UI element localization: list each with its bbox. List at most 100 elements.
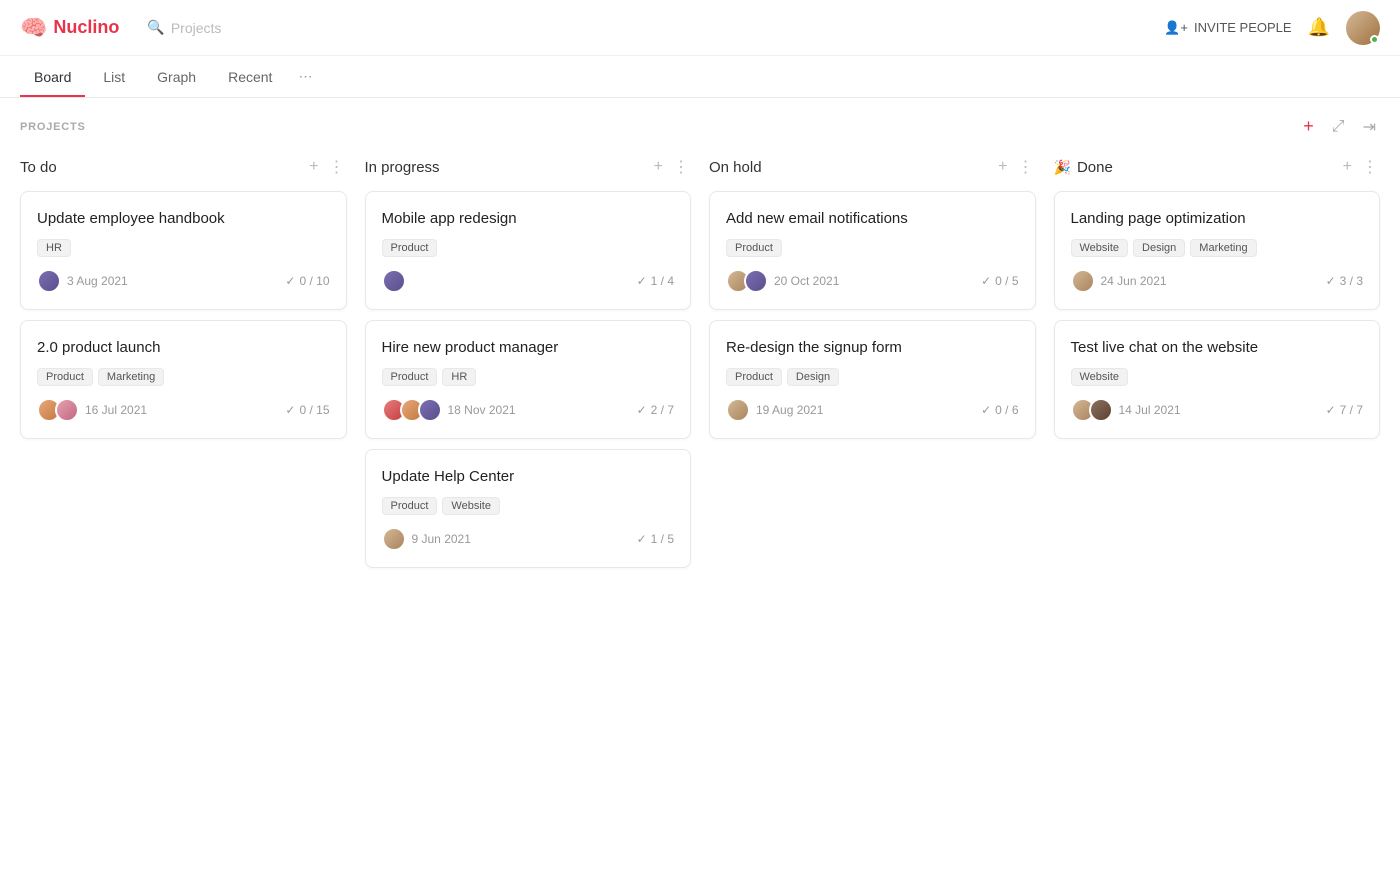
card-title: Add new email notifications [726, 208, 1019, 229]
column-inprogress-actions: + ⋮ [652, 155, 691, 179]
expand-board-button[interactable]: ⤢ [1328, 116, 1349, 138]
card-meta: 14 Jul 2021 [1071, 398, 1181, 422]
card-checklist: ✓ 1 / 4 [637, 274, 674, 288]
checklist-icon: ✓ [1326, 274, 1336, 288]
card-update-employee-handbook[interactable]: Update employee handbook HR 3 Aug 2021 ✓… [20, 191, 347, 310]
columns: To do + ⋮ Update employee handbook HR [20, 155, 1380, 578]
checklist-count: 3 / 3 [1340, 274, 1363, 288]
user-avatar[interactable] [1346, 11, 1380, 45]
tabs-bar: Board List Graph Recent ⋯ [0, 56, 1400, 98]
column-inprogress-title: In progress [365, 159, 440, 176]
column-inprogress: In progress + ⋮ Mobile app redesign Prod… [365, 155, 692, 578]
card-checklist: ✓ 1 / 5 [637, 532, 674, 546]
invite-label: INVITE PEOPLE [1194, 20, 1292, 35]
card-tags: Product HR [382, 368, 675, 386]
search-placeholder: Projects [171, 20, 222, 36]
avatar [418, 398, 442, 422]
tag-marketing: Marketing [98, 368, 164, 386]
checklist-icon: ✓ [981, 403, 991, 417]
column-done-add-button[interactable]: + [1341, 156, 1354, 178]
column-todo-title: To do [20, 159, 57, 176]
collapse-board-button[interactable]: ⇥ [1359, 115, 1380, 139]
column-onhold-add-button[interactable]: + [996, 156, 1009, 178]
column-inprogress-add-button[interactable]: + [652, 156, 665, 178]
card-product-launch[interactable]: 2.0 product launch Product Marketing 16 … [20, 320, 347, 439]
tab-board[interactable]: Board [20, 57, 85, 97]
board-actions: + ⤢ ⇥ [1299, 114, 1380, 139]
column-onhold: On hold + ⋮ Add new email notifications … [709, 155, 1036, 449]
tag-product: Product [382, 368, 438, 386]
checklist-count: 0 / 10 [299, 274, 329, 288]
column-done-more-button[interactable]: ⋮ [1360, 155, 1380, 179]
checklist-icon: ✓ [637, 532, 647, 546]
card-footer: ✓ 1 / 4 [382, 269, 675, 293]
column-onhold-title: On hold [709, 159, 762, 176]
card-tags: Website [1071, 368, 1364, 386]
card-title: Test live chat on the website [1071, 337, 1364, 358]
card-title: Re-design the signup form [726, 337, 1019, 358]
checklist-count: 7 / 7 [1340, 403, 1363, 417]
card-landing-page-optimization[interactable]: Landing page optimization Website Design… [1054, 191, 1381, 310]
checklist-icon: ✓ [1326, 403, 1336, 417]
card-date: 24 Jun 2021 [1101, 274, 1167, 288]
card-checklist: ✓ 0 / 15 [285, 403, 329, 417]
column-done-header: 🎉 Done + ⋮ [1054, 155, 1381, 179]
card-title: Hire new product manager [382, 337, 675, 358]
tabs-more-button[interactable]: ⋯ [290, 56, 320, 97]
avatar [37, 269, 61, 293]
notifications-bell-icon[interactable]: 🔔 [1308, 17, 1330, 38]
card-hire-product-manager[interactable]: Hire new product manager Product HR 18 N… [365, 320, 692, 439]
tab-recent[interactable]: Recent [214, 57, 286, 97]
tag-product: Product [382, 497, 438, 515]
avatar [382, 527, 406, 551]
card-footer: 14 Jul 2021 ✓ 7 / 7 [1071, 398, 1364, 422]
card-avatars [382, 527, 406, 551]
card-update-help-center[interactable]: Update Help Center Product Website 9 Jun… [365, 449, 692, 568]
card-date: 20 Oct 2021 [774, 274, 839, 288]
card-footer: 19 Aug 2021 ✓ 0 / 6 [726, 398, 1019, 422]
column-todo-more-button[interactable]: ⋮ [327, 155, 347, 179]
card-title: Landing page optimization [1071, 208, 1364, 229]
card-avatars [382, 398, 442, 422]
card-meta: 19 Aug 2021 [726, 398, 823, 422]
tag-product: Product [382, 239, 438, 257]
card-checklist: ✓ 0 / 5 [981, 274, 1018, 288]
card-footer: 3 Aug 2021 ✓ 0 / 10 [37, 269, 330, 293]
tab-list[interactable]: List [89, 57, 139, 97]
projects-section-label: PROJECTS [20, 121, 86, 133]
column-todo-add-button[interactable]: + [307, 156, 320, 178]
card-avatars [726, 398, 750, 422]
card-tags: HR [37, 239, 330, 257]
card-date: 3 Aug 2021 [67, 274, 128, 288]
card-tags: Product [726, 239, 1019, 257]
checklist-count: 0 / 5 [995, 274, 1018, 288]
tag-hr: HR [442, 368, 476, 386]
card-title: Update Help Center [382, 466, 675, 487]
card-add-email-notifications[interactable]: Add new email notifications Product 20 O… [709, 191, 1036, 310]
card-redesign-signup-form[interactable]: Re-design the signup form Product Design… [709, 320, 1036, 439]
checklist-icon: ✓ [981, 274, 991, 288]
tag-product: Product [726, 368, 782, 386]
header-left: 🧠 Nuclino 🔍 Projects [20, 15, 221, 41]
logo[interactable]: 🧠 Nuclino [20, 15, 119, 41]
column-onhold-more-button[interactable]: ⋮ [1016, 155, 1036, 179]
board-header: PROJECTS + ⤢ ⇥ [20, 114, 1380, 139]
tag-website: Website [1071, 239, 1129, 257]
card-footer: 20 Oct 2021 ✓ 0 / 5 [726, 269, 1019, 293]
tab-graph[interactable]: Graph [143, 57, 210, 97]
invite-people-button[interactable]: 👤+ INVITE PEOPLE [1164, 20, 1291, 36]
column-inprogress-more-button[interactable]: ⋮ [671, 155, 691, 179]
card-mobile-app-redesign[interactable]: Mobile app redesign Product ✓ 1 / 4 [365, 191, 692, 310]
avatar [1089, 398, 1113, 422]
tag-hr: HR [37, 239, 71, 257]
checklist-icon: ✓ [637, 274, 647, 288]
tag-website: Website [1071, 368, 1129, 386]
card-meta: 24 Jun 2021 [1071, 269, 1167, 293]
search-area[interactable]: 🔍 Projects [147, 19, 221, 36]
column-todo: To do + ⋮ Update employee handbook HR [20, 155, 347, 449]
card-title: Mobile app redesign [382, 208, 675, 229]
add-column-button[interactable]: + [1299, 114, 1318, 139]
column-todo-header: To do + ⋮ [20, 155, 347, 179]
card-test-live-chat[interactable]: Test live chat on the website Website 14… [1054, 320, 1381, 439]
card-checklist: ✓ 0 / 6 [981, 403, 1018, 417]
